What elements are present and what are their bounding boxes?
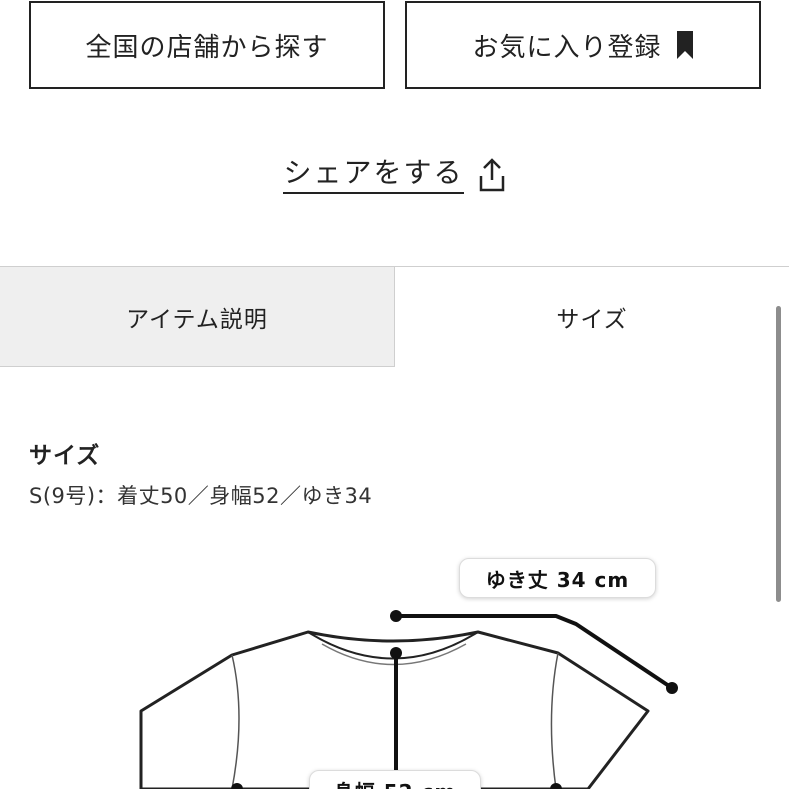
sleeve-seam-right [550,652,559,789]
sleeve-length-end-dot [666,682,678,694]
product-size-page: 全国の店舗から探す お気に入り登録 シェアをする アイテム説明 サイズ サイズ … [0,0,789,789]
share-link[interactable]: シェアをする [283,156,505,194]
sleeve-seam-left [231,654,240,789]
share-label: シェアをする [283,156,464,194]
favorite-button[interactable]: お気に入り登録 [405,1,761,89]
share-icon [478,158,506,192]
size-detail: S(9号)：着丈50／身幅52／ゆき34 [29,484,373,508]
favorite-label: お気に入り登録 [472,32,662,63]
share-row: シェアをする [0,156,789,194]
detail-tabs: アイテム説明 サイズ [0,266,789,367]
sleeve-length-start-dot [390,610,402,622]
size-heading: サイズ [29,443,101,469]
tab-item-description[interactable]: アイテム説明 [0,267,395,367]
bookmark-icon [676,30,694,60]
size-diagram: ゆき丈 34 cm 身幅 52 cm [0,540,789,789]
body-length-dot [390,647,402,659]
body-width-label: 身幅 52 cm [309,770,481,789]
tab-item-description-label: アイテム説明 [126,306,268,333]
tab-size-label: サイズ [556,307,628,333]
tshirt-diagram-svg [139,610,678,789]
store-search-label: 全国の店舗から探す [85,32,329,63]
sleeve-length-label: ゆき丈 34 cm [459,558,656,598]
store-search-button[interactable]: 全国の店舗から探す [29,1,385,89]
width-right-dot [550,783,562,789]
tab-size[interactable]: サイズ [395,267,789,367]
